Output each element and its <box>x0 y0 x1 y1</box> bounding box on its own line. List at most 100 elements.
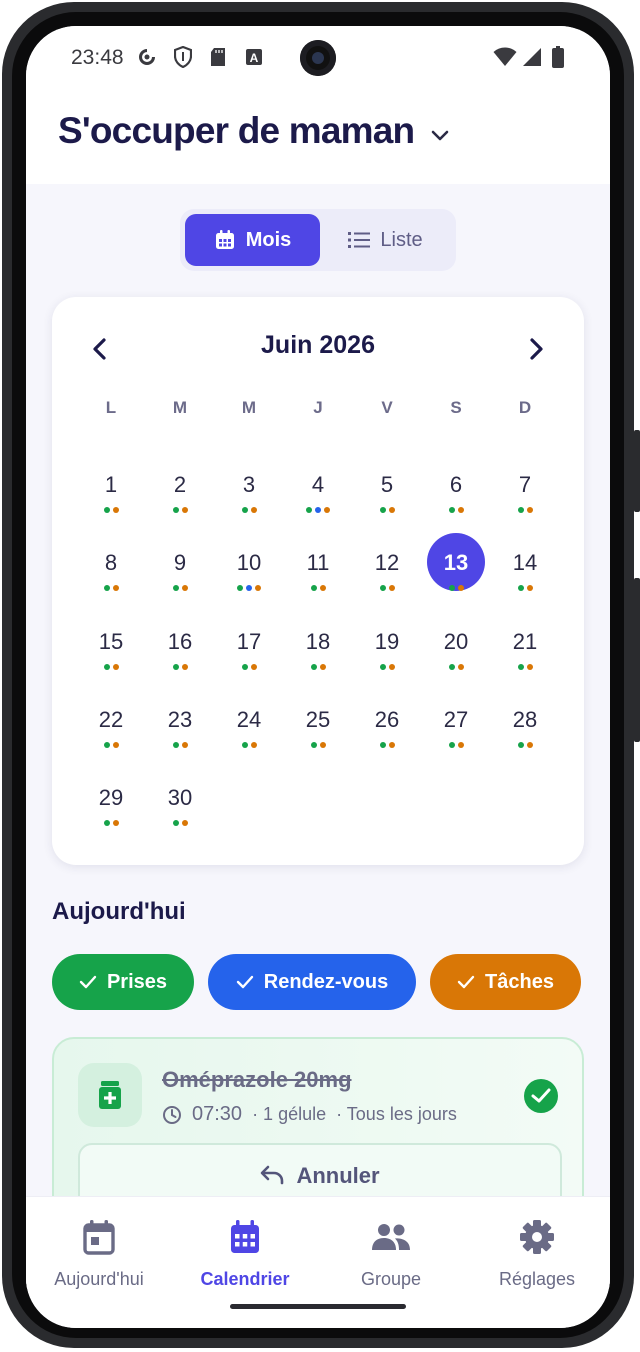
event-dot-orange <box>457 507 464 513</box>
event-dot-green <box>237 585 243 591</box>
calendar-day[interactable]: 29 <box>77 783 145 853</box>
event-dot-orange <box>388 585 395 591</box>
calendar-day[interactable]: 24 <box>215 705 283 775</box>
month-view-button[interactable]: Mois <box>185 214 320 266</box>
calendar-day[interactable]: 10 <box>215 548 283 618</box>
weekday-label: V <box>381 398 393 417</box>
calendar-day[interactable]: 7 <box>491 470 559 540</box>
event-dots <box>215 664 283 670</box>
event-dot-green <box>517 742 524 748</box>
chevron-right-icon[interactable] <box>522 335 550 363</box>
event-dots <box>353 585 421 591</box>
calendar-day[interactable]: 20 <box>422 627 490 697</box>
filter-chip-label: Prises <box>106 970 168 993</box>
event-dot-green <box>448 507 455 513</box>
app-header: S'occuper de maman <box>26 90 610 184</box>
nav-item-settings[interactable]: Réglages <box>464 1217 610 1290</box>
event-dot-orange <box>388 507 395 513</box>
calendar-day[interactable]: 22 <box>77 705 145 775</box>
event-dot-green <box>103 664 110 670</box>
calendar-day[interactable]: 25 <box>284 705 352 775</box>
calendar-day[interactable]: 6 <box>422 470 490 540</box>
calendar-day-number: 5 <box>380 472 394 497</box>
calendar-day[interactable]: 16 <box>146 627 214 697</box>
page-title[interactable]: S'occuper de maman <box>58 110 415 152</box>
calendar-day[interactable]: 1 <box>77 470 145 540</box>
calendar-day[interactable]: 26 <box>353 705 421 775</box>
event-dot-green <box>172 664 179 670</box>
event-dots <box>284 742 352 748</box>
calendar-day[interactable]: 11 <box>284 548 352 618</box>
calendar-day[interactable]: 5 <box>353 470 421 540</box>
calendar-day[interactable]: 8 <box>77 548 145 618</box>
nav-item-calendar[interactable]: Calendrier <box>172 1217 318 1290</box>
list-view-label: Liste <box>380 228 423 251</box>
event-dot-green <box>379 742 386 748</box>
event-dots <box>422 742 490 748</box>
calendar-icon <box>215 230 234 249</box>
event-dot-orange <box>457 585 464 591</box>
undo-icon <box>261 1165 284 1185</box>
event-dots <box>146 820 214 826</box>
event-dot-green <box>310 742 317 748</box>
calendar-day[interactable]: 21 <box>491 627 559 697</box>
calendar-day[interactable]: 17 <box>215 627 283 697</box>
medication-time: 07:30 <box>192 1103 243 1125</box>
shield-icon <box>172 46 194 68</box>
nav-item-group[interactable]: Groupe <box>318 1217 464 1290</box>
filter-chip-prises[interactable]: Prises <box>52 954 194 1010</box>
calendar-day-number: 17 <box>236 629 262 654</box>
event-dots <box>215 585 283 591</box>
medication-details: 07:30 · 1 gélule · Tous les jours <box>162 1103 457 1126</box>
event-dot-green <box>103 585 110 591</box>
today-heading: Aujourd'hui <box>52 898 186 925</box>
bottom-nav: Aujourd'hui Calendrier Groupe Réglages <box>26 1197 610 1328</box>
calendar-day[interactable]: 23 <box>146 705 214 775</box>
filter-chip-taches[interactable]: Tâches <box>430 954 581 1010</box>
event-dot-orange <box>112 507 119 513</box>
medication-dose: · 1 gélule <box>252 1104 327 1124</box>
event-dots <box>422 664 490 670</box>
calendar-day[interactable]: 3 <box>215 470 283 540</box>
event-dot-orange <box>319 664 326 670</box>
calendar-day-number: 26 <box>374 707 400 732</box>
calendar-day[interactable]: 30 <box>146 783 214 853</box>
calendar-day-number: 18 <box>305 629 331 654</box>
calendar-day[interactable]: 13 <box>422 533 490 618</box>
event-dot-green <box>517 664 524 670</box>
calendar-day[interactable]: 27 <box>422 705 490 775</box>
list-view-button[interactable]: Liste <box>320 214 451 266</box>
calendar-day[interactable]: 12 <box>353 548 421 618</box>
clock-icon <box>163 1105 181 1124</box>
power-button <box>634 578 640 742</box>
event-dot-orange <box>457 664 464 670</box>
calendar-day[interactable]: 28 <box>491 705 559 775</box>
calendar-day[interactable]: 9 <box>146 548 214 618</box>
filter-chip-rendez-vous[interactable]: Rendez-vous <box>208 954 416 1010</box>
event-dot-green <box>517 585 524 591</box>
check-circle-icon[interactable] <box>524 1079 558 1113</box>
front-camera <box>300 40 336 76</box>
status-bar: 23:48 A <box>26 26 610 90</box>
event-dot-orange <box>526 664 533 670</box>
calendar-day-number: 23 <box>167 707 193 732</box>
svg-text:A: A <box>250 51 259 65</box>
calendar-day[interactable]: 18 <box>284 627 352 697</box>
list-icon <box>348 232 371 248</box>
chevron-down-icon[interactable] <box>428 124 452 148</box>
calendar-day[interactable]: 14 <box>491 548 559 618</box>
nav-label: Calendrier <box>200 1269 290 1289</box>
event-dots <box>422 585 490 591</box>
calendar-day[interactable]: 2 <box>146 470 214 540</box>
month-view-label: Mois <box>245 228 292 251</box>
pill-bottle-icon <box>78 1063 142 1127</box>
event-dot-orange <box>112 742 119 748</box>
check-icon <box>457 975 475 989</box>
event-dot-orange <box>319 585 326 591</box>
calendar-day[interactable]: 19 <box>353 627 421 697</box>
nav-item-today[interactable]: Aujourd'hui <box>26 1217 172 1290</box>
event-dots <box>77 820 145 826</box>
calendar-day[interactable]: 15 <box>77 627 145 697</box>
calendar-day[interactable]: 4 <box>284 470 352 540</box>
calendar-day-number: 24 <box>236 707 262 732</box>
